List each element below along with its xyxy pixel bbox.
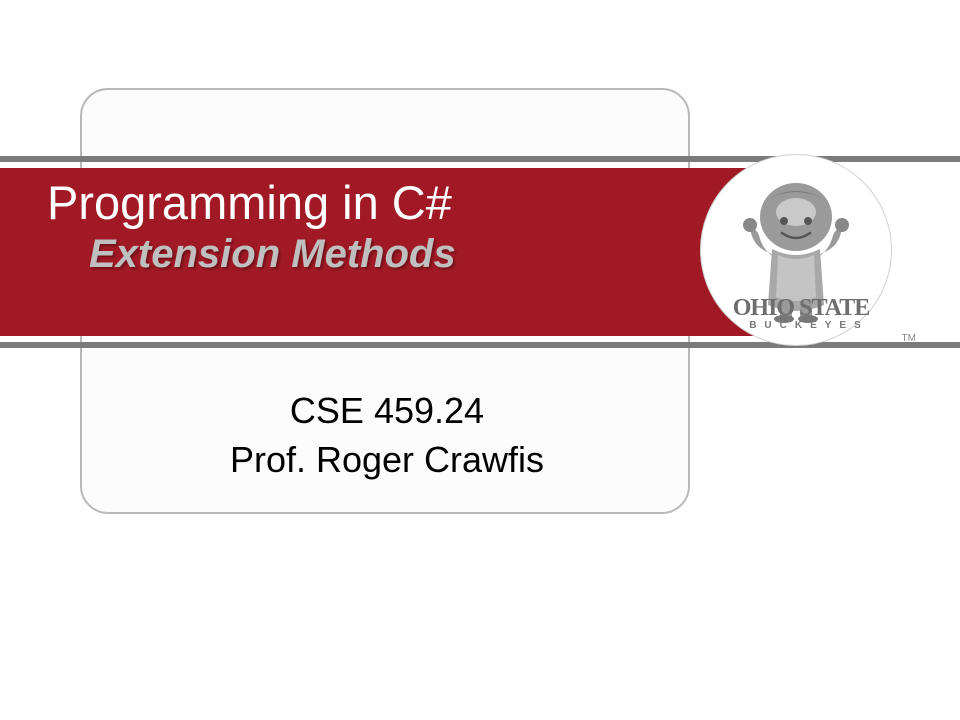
course-code: CSE 459.24	[122, 387, 652, 436]
slide-subtitle: Extension Methods	[89, 232, 757, 277]
logo-wordmark: OHIO STATE BUCKEYES	[700, 295, 910, 331]
title-block: Programming in C# Extension Methods	[47, 176, 757, 277]
slide-title: Programming in C#	[47, 176, 757, 230]
trademark-symbol: TM	[902, 333, 916, 344]
body-text: CSE 459.24 Prof. Roger Crawfis	[122, 387, 652, 484]
wordmark-line1: OHIO STATE	[692, 295, 910, 322]
instructor-name: Prof. Roger Crawfis	[122, 436, 652, 485]
logo-container: TM	[700, 146, 918, 364]
